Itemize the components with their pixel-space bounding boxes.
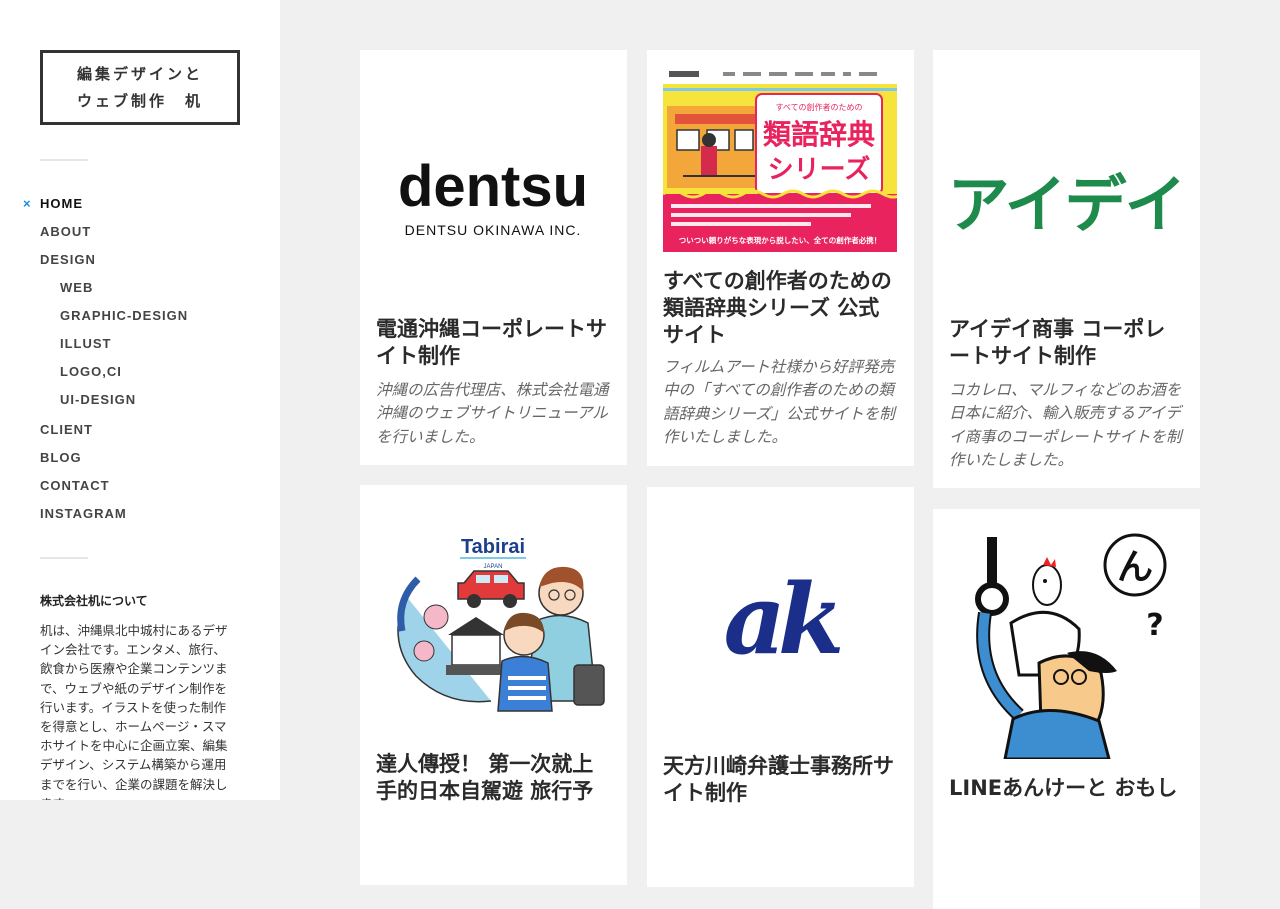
nav-item-web[interactable]: WEB — [40, 274, 260, 302]
post-title[interactable]: 電通沖縄コーポレートサイト制作 — [376, 316, 610, 370]
svg-text:シリーズ: シリーズ — [768, 154, 871, 185]
site-logo[interactable]: 編集デザインと ウェブ制作 机 — [40, 50, 240, 125]
divider — [40, 159, 88, 161]
post-thumbnail[interactable]: dentsu DENTSU OKINAWA INC. — [376, 66, 610, 300]
nav-item-contact[interactable]: CONTACT — [40, 472, 260, 500]
post-card[interactable]: ak 天方川崎弁護士事務所サイト制作 — [647, 487, 914, 887]
post-title[interactable]: すべての創作者のための類語辞典シリーズ 公式サイト — [663, 268, 897, 349]
post-card[interactable]: dentsu DENTSU OKINAWA INC. 電通沖縄コーポレートサイト… — [360, 50, 627, 465]
nav-item-illust[interactable]: ILLUST — [40, 330, 260, 358]
nav-item-label: DESIGN — [40, 252, 96, 267]
tabirai-illustration-icon: Tabirai JAPAN — [397, 536, 605, 712]
nav-item-label: HOME — [40, 196, 83, 211]
nav-item-graphic-design[interactable]: GRAPHIC-DESIGN — [40, 302, 260, 330]
post-thumbnail[interactable]: すべての創作者のための 類語辞典 シリーズ ついつい頼りがちな表現から脱したい、… — [663, 66, 897, 252]
logo-line-1: 編集デザインと — [76, 64, 203, 83]
divider — [40, 557, 88, 559]
nav-item-label: GRAPHIC-DESIGN — [60, 308, 189, 323]
nav-item-label: CONTACT — [40, 478, 110, 493]
post-thumbnail[interactable]: アイデイ — [949, 66, 1183, 300]
post-card[interactable]: ん ? LINEあんけーと おもし — [933, 509, 1200, 909]
post-excerpt: フィルムアート社様から好評発売中の「すべての創作者のための類語辞典シリーズ」公式… — [663, 358, 895, 446]
current-marker-icon: × — [23, 196, 32, 211]
aidei-logo-icon: アイデイ — [949, 168, 1183, 241]
post-title[interactable]: 達人傳授！ 第一次就上手的日本自駕遊 旅行予 — [376, 751, 610, 805]
post-thumbnail[interactable]: ak — [663, 503, 897, 737]
nav-item-logo-ci[interactable]: LOGO,CI — [40, 358, 260, 386]
svg-text:ついつい頼りがちな表現から脱したい、全ての創作者必携！: ついつい頼りがちな表現から脱したい、全ての創作者必携！ — [679, 235, 882, 245]
nav-item-label: INSTAGRAM — [40, 506, 127, 521]
svg-text:Tabirai: Tabirai — [461, 536, 525, 558]
nav-item-label: ABOUT — [40, 224, 92, 239]
nav-item-label: CLIENT — [40, 422, 93, 437]
nav-item-design[interactable]: DESIGN — [40, 246, 260, 274]
svg-text:JAPAN: JAPAN — [484, 564, 503, 570]
svg-text:アイデイ: アイデイ — [949, 168, 1183, 241]
nav-item-client[interactable]: CLIENT — [40, 416, 260, 444]
nav-item-label: LOGO,CI — [60, 364, 122, 379]
post-card[interactable]: アイデイ アイデイ商事 コーポレートサイト制作 コカレロ、マルフィなどのお酒を日… — [933, 50, 1200, 488]
nav-item-label: UI-DESIGN — [60, 392, 137, 407]
svg-text:すべての創作者のための: すべての創作者のための — [775, 102, 862, 112]
svg-text:ak: ak — [724, 563, 841, 676]
sidebar: 編集デザインと ウェブ制作 机 × HOME ABOUT DESIGN WEB … — [0, 0, 280, 800]
nav-item-ui-design[interactable]: UI-DESIGN — [40, 386, 260, 414]
nav-item-home[interactable]: × HOME — [23, 190, 260, 218]
about-widget-text: 机は、沖縄県北中城村にあるデザイン会社です。エンタメ、旅行、飲食から医療や企業コ… — [40, 623, 228, 800]
post-card[interactable]: すべての創作者のための 類語辞典 シリーズ ついつい頼りがちな表現から脱したい、… — [647, 50, 914, 466]
post-grid: dentsu DENTSU OKINAWA INC. 電通沖縄コーポレートサイト… — [360, 0, 1200, 909]
ruigo-jiten-banner-icon: すべての創作者のための 類語辞典 シリーズ ついつい頼りがちな表現から脱したい、… — [663, 66, 897, 252]
svg-text:dentsu: dentsu — [398, 154, 588, 219]
post-title[interactable]: 天方川崎弁護士事務所サイト制作 — [663, 753, 897, 807]
post-thumbnail[interactable]: ん ? — [949, 525, 1183, 759]
nav-item-label: ILLUST — [60, 336, 112, 351]
logo-line-2: ウェブ制作 机 — [76, 91, 203, 110]
svg-text:?: ? — [1146, 608, 1163, 643]
line-survey-illustration-icon: ん ? — [975, 533, 1167, 759]
svg-text:ん: ん — [1117, 547, 1153, 588]
svg-text:類語辞典: 類語辞典 — [763, 118, 875, 151]
nav-item-about[interactable]: ABOUT — [40, 218, 260, 246]
ak-logo-icon: ak — [724, 563, 849, 676]
post-excerpt: コカレロ、マルフィなどのお酒を日本に紹介、輸入販売するアイデイ商事のコーポレート… — [949, 381, 1182, 469]
svg-text:DENTSU OKINAWA INC.: DENTSU OKINAWA INC. — [405, 222, 582, 238]
post-excerpt: 沖縄の広告代理店、株式会社電通沖縄のウェブサイトリニューアルを行いました。 — [376, 381, 609, 446]
nav-item-label: BLOG — [40, 450, 82, 465]
post-title[interactable]: アイデイ商事 コーポレートサイト制作 — [949, 316, 1183, 370]
post-card[interactable]: Tabirai JAPAN 達人傳授！ 第一次就上手的日本自駕遊 旅行予 — [360, 485, 627, 885]
nav-item-blog[interactable]: BLOG — [40, 444, 260, 472]
about-widget-title: 株式会社机について — [40, 594, 148, 608]
dentsu-logo-icon: dentsu DENTSU OKINAWA INC. — [398, 154, 588, 238]
post-title[interactable]: LINEあんけーと おもし — [949, 775, 1183, 802]
post-thumbnail[interactable]: Tabirai JAPAN — [376, 501, 610, 735]
main-nav: × HOME ABOUT DESIGN WEB GRAPHIC-DESIGN I… — [23, 190, 260, 528]
nav-item-label: WEB — [60, 280, 94, 295]
nav-item-instagram[interactable]: INSTAGRAM — [40, 500, 260, 528]
